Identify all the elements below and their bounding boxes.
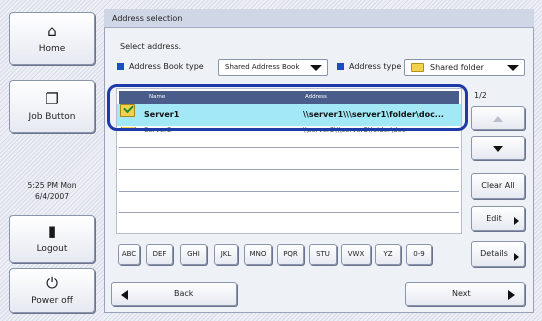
row-divider — [119, 191, 459, 192]
index-button-0-9[interactable]: 0-9 — [406, 244, 432, 265]
row-name: Server2 — [144, 127, 172, 134]
logout-label: Logout — [36, 244, 68, 254]
folder-check-icon — [120, 104, 135, 117]
square-bullet-icon — [337, 63, 344, 70]
date-text: 6/4/2007 — [34, 192, 70, 201]
details-button[interactable]: Details — [471, 241, 525, 267]
next-label: Next — [452, 289, 471, 298]
scroll-up-button[interactable] — [471, 106, 525, 130]
page-indicator: 1/2 — [474, 91, 487, 100]
edit-button[interactable]: Edit — [471, 206, 525, 231]
address-type-dropdown[interactable]: Shared folder — [404, 59, 525, 76]
column-header-address: Address — [305, 94, 327, 100]
time-text: 5:25 PM Mon — [27, 181, 77, 190]
row-name: Server1 — [144, 110, 180, 119]
job-button[interactable]: ❐ Job Button — [9, 80, 95, 133]
square-bullet-icon — [117, 63, 124, 70]
arrow-right-icon — [514, 217, 519, 225]
index-button-pqr[interactable]: PQR — [277, 244, 304, 265]
arrow-up-icon — [493, 116, 503, 122]
address-book-type-dropdown[interactable]: Shared Address Book — [218, 59, 328, 76]
arrow-right-icon — [514, 253, 519, 261]
list-header: Name Address — [119, 91, 459, 104]
folder-icon — [121, 127, 136, 130]
index-button-stu[interactable]: STU — [309, 244, 337, 265]
index-button-jkl[interactable]: JKL — [214, 244, 238, 265]
job-button-label: Job Button — [28, 111, 76, 122]
instruction-text: Select address. — [120, 42, 182, 51]
address-type-text: Address type — [349, 62, 402, 71]
index-button-abc[interactable]: ABC — [118, 244, 140, 265]
scroll-down-button[interactable] — [471, 136, 525, 160]
back-button[interactable]: Back — [111, 282, 237, 306]
index-button-vwx[interactable]: VWX — [341, 244, 371, 265]
address-book-type-text: Address Book type — [129, 62, 204, 71]
chevron-down-icon — [310, 65, 322, 71]
column-header-name: Name — [149, 94, 166, 100]
address-book-type-value: Shared Address Book — [225, 63, 300, 71]
row-address: \\server2\\\server2\folder\doc — [303, 127, 406, 134]
row-divider — [119, 169, 459, 170]
index-button-ghi[interactable]: GHI — [180, 244, 207, 265]
next-button[interactable]: Next — [405, 282, 525, 306]
home-button[interactable]: ⌂ Home — [9, 12, 95, 65]
job-icon: ❐ — [45, 89, 59, 108]
index-button-def[interactable]: DEF — [146, 244, 173, 265]
power-off-button[interactable]: ⏻ Power off — [9, 268, 95, 313]
table-row[interactable]: Server2 \\server2\\\server2\folder\doc — [117, 127, 461, 145]
arrow-left-icon — [121, 290, 128, 300]
index-button-yz[interactable]: YZ — [375, 244, 401, 265]
table-row-selected[interactable]: Server1 \\server1\\\server1\folder\doc..… — [117, 104, 461, 126]
home-icon: ⌂ — [47, 21, 57, 40]
row-divider — [119, 212, 459, 213]
back-label: Back — [174, 289, 194, 298]
power-icon: ⏻ — [46, 273, 58, 292]
address-type-value: Shared folder — [430, 63, 484, 72]
index-button-mno[interactable]: MNO — [244, 244, 272, 265]
chevron-down-icon — [507, 65, 519, 71]
row-divider — [119, 147, 459, 148]
home-label: Home — [38, 43, 66, 54]
row-address: \\server1\\\server1\folder\doc... — [303, 110, 444, 119]
arrow-down-icon — [493, 146, 503, 152]
address-type-label: Address type — [337, 62, 401, 71]
address-book-type-label: Address Book type — [117, 62, 204, 71]
arrow-right-icon — [508, 290, 515, 300]
power-off-label: Power off — [31, 295, 73, 306]
logout-button[interactable]: ▮ Logout — [9, 215, 95, 263]
logout-icon: ▮ — [47, 222, 57, 240]
folder-icon — [411, 63, 424, 72]
edit-label: Edit — [486, 214, 502, 223]
details-label: Details — [480, 249, 508, 258]
window-title: Address selection — [104, 9, 534, 28]
clock: 5:25 PM Mon 6/4/2007 — [0, 180, 104, 202]
clear-all-button[interactable]: Clear All — [471, 173, 525, 199]
